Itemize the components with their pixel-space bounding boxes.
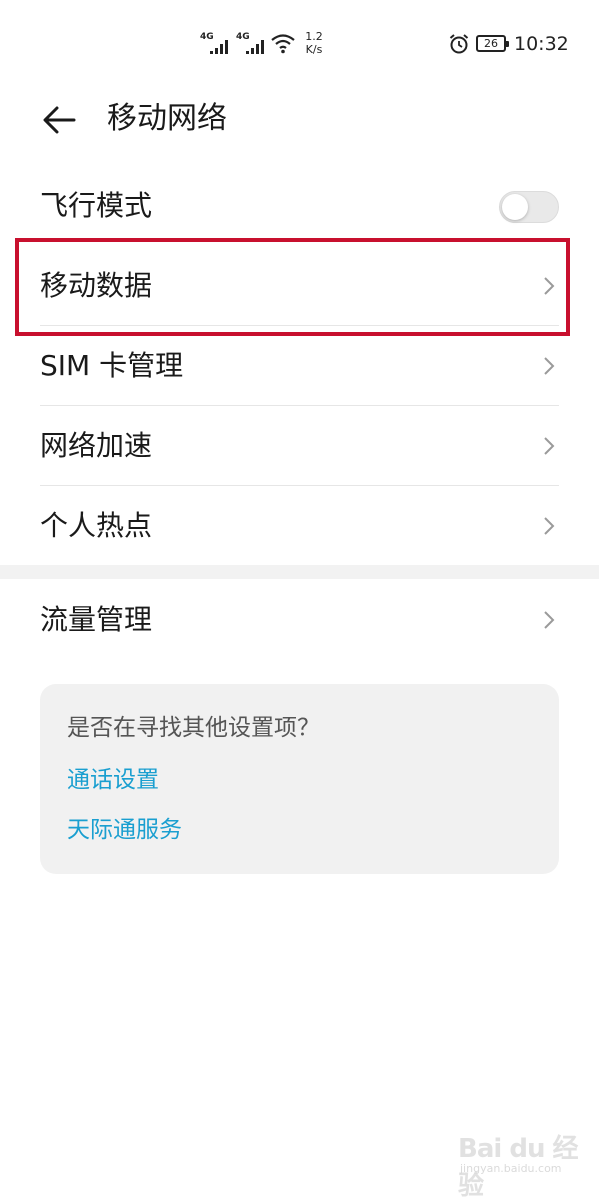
chevron-right-icon <box>544 517 555 535</box>
battery-level: 26 <box>484 37 498 50</box>
sim1-signal-icon: 4G <box>200 32 234 56</box>
alarm-icon <box>449 34 469 54</box>
back-arrow-icon[interactable] <box>40 100 80 140</box>
mobile-data-row[interactable]: 移动数据 <box>0 246 599 326</box>
network-acceleration-label: 网络加速 <box>40 429 153 462</box>
sim2-signal-icon: 4G <box>236 32 270 56</box>
sim-card-management-row[interactable]: SIM 卡管理 <box>0 326 599 406</box>
airplane-mode-toggle[interactable] <box>499 191 559 223</box>
chevron-right-icon <box>544 277 555 295</box>
skytone-service-link[interactable]: 天际通服务 <box>67 814 182 846</box>
status-bar: 4G 4G 1.2 K/s 26 10:32 <box>0 0 599 90</box>
network-speed: 1.2 K/s <box>302 30 326 56</box>
toggle-knob <box>502 194 528 220</box>
chevron-right-icon <box>544 437 555 455</box>
call-settings-link[interactable]: 通话设置 <box>67 764 159 796</box>
suggestion-question: 是否在寻找其他设置项？ <box>67 715 320 741</box>
wifi-icon <box>271 34 295 54</box>
battery-icon: 26 <box>476 35 509 52</box>
data-usage-management-label: 流量管理 <box>40 603 153 636</box>
chevron-right-icon <box>544 611 555 629</box>
personal-hotspot-row[interactable]: 个人热点 <box>0 486 599 566</box>
airplane-mode-row[interactable]: 飞行模式 <box>0 166 599 246</box>
airplane-mode-label: 飞行模式 <box>40 189 153 222</box>
watermark-url: jingyan.baidu.com <box>460 1162 562 1175</box>
mobile-data-label: 移动数据 <box>40 269 153 302</box>
status-time: 10:32 <box>514 33 569 55</box>
network-speed-unit: K/s <box>305 43 323 56</box>
page-title: 移动网络 <box>107 101 227 136</box>
chevron-right-icon <box>544 357 555 375</box>
network-speed-value: 1.2 <box>305 30 323 43</box>
personal-hotspot-label: 个人热点 <box>40 509 153 542</box>
sim-card-management-label: SIM 卡管理 <box>40 349 184 382</box>
data-usage-management-row[interactable]: 流量管理 <box>0 580 599 660</box>
suggestion-card: 是否在寻找其他设置项？ 通话设置 天际通服务 <box>40 684 559 874</box>
network-acceleration-row[interactable]: 网络加速 <box>0 406 599 486</box>
section-divider <box>0 565 599 579</box>
baidu-jingyan-watermark: Bai du 经验 jingyan.baidu.com <box>458 1128 588 1201</box>
